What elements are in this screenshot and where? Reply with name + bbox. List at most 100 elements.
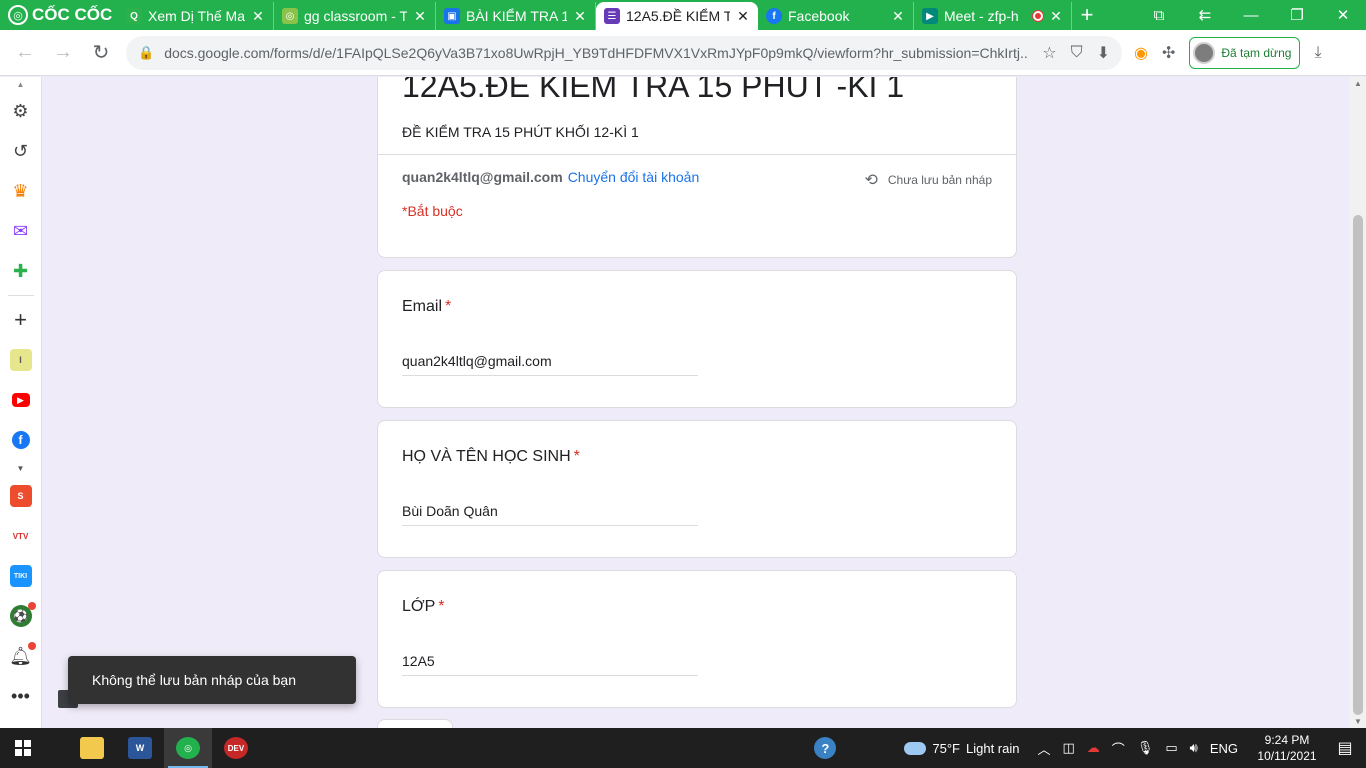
clock-time: 9:24 PM: [1264, 733, 1310, 747]
sidebar-vtv-go[interactable]: VTV: [0, 516, 42, 556]
browser-tab-strip: ◎ CỐC CỐC Q Xem Dị Thế Ma ✕ ◎ gg classro…: [0, 0, 1366, 30]
sidebar-rewards[interactable]: ♛: [0, 171, 42, 211]
sidebar-notifications[interactable]: 🔔︎: [0, 636, 42, 676]
coc-coc-logo[interactable]: ◎ CỐC CỐC: [0, 0, 118, 30]
switch-account-link[interactable]: Chuyển đổi tài khoản: [568, 169, 700, 185]
close-tab-icon[interactable]: ✕: [1049, 8, 1063, 25]
close-window-button[interactable]: ✕: [1320, 6, 1366, 24]
microphone-icon[interactable]: 🎙︎: [1137, 740, 1154, 756]
sidebar-facebook[interactable]: f: [0, 420, 42, 460]
language-indicator[interactable]: ENG: [1210, 741, 1238, 756]
action-center-icon[interactable]: ▤: [1324, 738, 1366, 758]
scroll-up-arrow-icon[interactable]: ▲: [1350, 79, 1366, 88]
system-tray: ? 75°F Light rain ︿ ◫ ☁ ⌒ 🎙︎ ▭ 🔊︎ ENG 9:…: [808, 728, 1366, 768]
tiki-icon: TIKI: [9, 565, 32, 587]
sidebar-tiki[interactable]: TIKI: [0, 556, 42, 596]
close-tab-icon[interactable]: ✕: [736, 8, 750, 25]
student-name-answer-field[interactable]: Bùi Doãn Quân: [402, 503, 698, 526]
weather-temp: 75°F: [932, 740, 960, 756]
toast-message: Không thể lưu bản nháp của bạn: [68, 656, 356, 704]
address-bar[interactable]: 🔒 docs.google.com/forms/d/e/1FAIpQLSe2Q6…: [126, 35, 1122, 70]
url-text[interactable]: docs.google.com/forms/d/e/1FAIpQLSe2Q6yV…: [164, 45, 1028, 61]
new-tab-button[interactable]: +: [1072, 2, 1102, 30]
required-star: *: [573, 448, 580, 465]
profile-status: Đã tạm dừng: [1221, 45, 1292, 60]
avatar: [1193, 41, 1216, 64]
tab-bai-kiem-tra[interactable]: ▣ BÀI KIỂM TRA 15 ✕: [436, 2, 596, 30]
notes-icon: I: [9, 349, 32, 371]
scroll-down-arrow-icon[interactable]: ▼: [1350, 717, 1366, 726]
lock-icon[interactable]: 🔒: [138, 45, 154, 61]
sidebar-youtube[interactable]: ▶: [0, 380, 42, 420]
tab-google-form[interactable]: ☰ 12A5.ĐỀ KIỂM T ✕: [596, 2, 758, 30]
sidebar-shopee[interactable]: S: [0, 476, 42, 516]
sidebar-more[interactable]: •••: [0, 676, 42, 716]
close-tab-icon[interactable]: ✕: [251, 8, 265, 25]
notification-dot: [27, 602, 36, 610]
dev-cpp-icon: DEV: [224, 737, 248, 759]
sidebar-messenger[interactable]: ✉: [0, 211, 42, 251]
clock[interactable]: 9:24 PM 10/11/2021: [1250, 732, 1324, 764]
minimize-button[interactable]: —: [1228, 7, 1274, 24]
extensions-icon[interactable]: ✣: [1162, 43, 1175, 63]
gear-icon: ⚙: [12, 100, 29, 121]
sidebar-add[interactable]: +: [0, 300, 42, 340]
tab-xem-di-the-ma[interactable]: Q Xem Dị Thế Ma ✕: [118, 2, 274, 30]
download-icon[interactable]: ⬇: [1097, 43, 1110, 63]
restore-button[interactable]: ❐: [1274, 6, 1320, 24]
taskbar-dev-cpp[interactable]: DEV: [212, 728, 260, 768]
scroll-up-icon[interactable]: ▲: [0, 77, 42, 91]
clock-date: 10/11/2021: [1257, 749, 1317, 763]
google-forms-icon: ☰: [604, 8, 620, 24]
reload-icon[interactable]: ↻: [82, 40, 120, 65]
camera-icon[interactable]: ◫: [1063, 740, 1075, 756]
scrollbar-thumb[interactable]: [1353, 215, 1363, 715]
taskbar-word[interactable]: W: [116, 728, 164, 768]
taskbar-file-explorer[interactable]: [68, 728, 116, 768]
sidebar-history[interactable]: ↺: [0, 131, 42, 171]
profile-button[interactable]: Đã tạm dừng: [1189, 36, 1301, 69]
brand-label: CỐC CỐC: [32, 5, 113, 24]
tab-gg-classroom[interactable]: ◎ gg classroom - T ✕: [274, 2, 436, 30]
question-label-text: Email: [402, 298, 443, 315]
crown-icon: ♛: [12, 180, 29, 201]
sidebar-notes[interactable]: I: [0, 340, 42, 380]
email-answer-field[interactable]: quan2k4ltlq@gmail.com: [402, 353, 698, 376]
help-icon[interactable]: ?: [814, 737, 837, 759]
volume-icon[interactable]: 🔊︎: [1190, 740, 1198, 756]
start-button[interactable]: [0, 728, 46, 768]
close-tab-icon[interactable]: ✕: [891, 8, 905, 25]
chevron-up-icon[interactable]: ︿: [1037, 739, 1050, 758]
back-icon[interactable]: ←: [6, 41, 44, 64]
class-answer-field[interactable]: 12A5: [402, 653, 698, 676]
battery-icon[interactable]: ▭: [1165, 740, 1177, 756]
wifi-icon[interactable]: ⌒: [1112, 739, 1125, 758]
draft-status: ⟲ Chưa lưu bản nháp: [864, 170, 992, 190]
close-tab-icon[interactable]: ✕: [573, 8, 587, 25]
folder-icon: [80, 737, 104, 759]
downloads-icon[interactable]: ⤓: [1314, 44, 1321, 62]
forward-icon[interactable]: →: [44, 41, 82, 64]
account-row: quan2k4ltlq@gmail.com Chuyển đổi tài kho…: [402, 169, 699, 185]
form-page: 12A5.ĐỀ KIỂM TRA 15 PHÚT -KÌ 1 ĐỀ KIỂM T…: [42, 77, 1350, 728]
shield-icon[interactable]: ⛉: [1071, 44, 1083, 62]
tab-meet[interactable]: ▶ Meet - zfp-h ✕: [914, 2, 1072, 30]
sidebar-game[interactable]: ✚: [0, 251, 42, 291]
coc-coc-extension-icon[interactable]: ◉: [1134, 43, 1148, 63]
scroll-down-icon[interactable]: ▼: [0, 460, 42, 476]
sidebar-football[interactable]: ⚽: [0, 596, 42, 636]
star-icon[interactable]: ☆: [1042, 43, 1056, 63]
coc-coc-icon: ◎: [8, 5, 28, 25]
close-tab-icon[interactable]: ✕: [413, 8, 427, 25]
search-tabs-icon[interactable]: ⧉: [1136, 7, 1182, 24]
network-error-icon[interactable]: ☁: [1087, 740, 1100, 756]
page-scrollbar[interactable]: ▲ ▼: [1350, 77, 1366, 728]
required-note: *Bắt buộc: [402, 203, 463, 219]
tab-facebook[interactable]: f Facebook ✕: [758, 2, 914, 30]
next-card-stub: [377, 719, 453, 728]
sidebar-settings[interactable]: ⚙: [0, 91, 42, 131]
question-card-class: LỚP * 12A5: [377, 570, 1017, 708]
taskbar-coc-coc[interactable]: ◎: [164, 728, 212, 768]
weather-widget[interactable]: 75°F Light rain: [904, 741, 1019, 756]
back-arrow-icon[interactable]: ⇇: [1182, 6, 1228, 24]
